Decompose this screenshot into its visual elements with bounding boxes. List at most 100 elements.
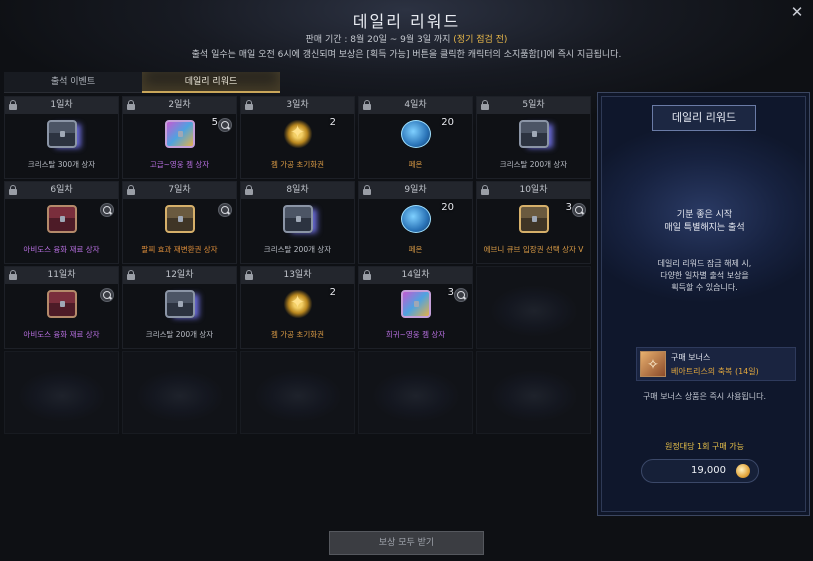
chest-icon (47, 290, 77, 318)
attendance-description: 출석 일수는 매일 오전 6시에 갱신되며 보상은 [획득 가능] 버튼을 클릭… (191, 50, 622, 60)
lock-icon (9, 100, 17, 110)
maintenance-note: (정기 점검 전) (453, 35, 508, 45)
day-label: 13일차 (241, 267, 354, 284)
empty-slot (476, 351, 591, 434)
item-name: 에브니 큐브 입장권 선택 상자 V (483, 245, 584, 254)
magnifier-icon[interactable] (454, 288, 468, 302)
day-reward-card[interactable]: 10일차 3 에브니 큐브 입장권 선택 상자 V (476, 181, 591, 264)
item-count: 2 (329, 117, 336, 128)
reward-grid: 1일차크리스탈 300개 상자2일차5고급~영웅 젬 상자3일차2젬 가공 초기… (4, 96, 594, 434)
magnifier-icon[interactable] (218, 118, 232, 132)
day-label: 4일차 (359, 97, 472, 114)
day-reward-card[interactable]: 1일차크리스탈 300개 상자 (4, 96, 119, 179)
lock-icon (245, 270, 253, 280)
magnifier-icon[interactable] (100, 288, 114, 302)
gold-star-icon (283, 120, 313, 148)
item-name: 아비도스 융화 재료 상자 (23, 245, 100, 254)
day-label: 10일차 (477, 182, 590, 199)
chest-icon (165, 120, 195, 148)
day-reward-card[interactable]: 8일차크리스탈 200개 상자 (240, 181, 355, 264)
chest-icon (165, 290, 195, 318)
chest-icon (165, 205, 195, 233)
item-name: 크리스탈 200개 상자 (263, 245, 332, 254)
day-label: 3일차 (241, 97, 354, 114)
purchase-panel: 데일리 리워드 기분 좋은 시작 매일 특별해지는 출석 데일리 리워드 잠금 … (597, 92, 810, 516)
tab-bar: 출석 이벤트 데일리 리워드 (4, 72, 280, 93)
day-label: 7일차 (123, 182, 236, 199)
lock-icon (481, 185, 489, 195)
empty-slot (122, 351, 237, 434)
panel-description: 데일리 리워드 잠금 해제 시, 다양한 일차별 출석 보상을 획득할 수 있습… (657, 259, 752, 292)
day-label: 5일차 (477, 97, 590, 114)
day-reward-card[interactable]: 7일차 팔찌 효과 재변환권 상자 (122, 181, 237, 264)
bonus-note: 구매 보너스 상품은 즉시 사용됩니다. (642, 392, 767, 401)
purchase-bonus[interactable]: ✧ 구매 보너스 베아트리스의 축복 (14일) (636, 347, 796, 381)
blessing-icon: ✧ (640, 351, 666, 377)
window-title: 데일리 리워드 (352, 12, 461, 31)
day-reward-card[interactable]: 9일차 20 페온 (358, 181, 473, 264)
day-label: 6일차 (5, 182, 118, 199)
lock-icon (481, 100, 489, 110)
panel-tagline: 기분 좋은 시작 매일 특별해지는 출석 (664, 210, 745, 233)
chest-icon (283, 205, 313, 233)
gem-icon (401, 120, 431, 148)
item-name: 페온 (408, 245, 423, 254)
tab-attendance-event[interactable]: 출석 이벤트 (4, 72, 142, 93)
empty-slot (358, 351, 473, 434)
empty-slot (240, 351, 355, 434)
magnifier-icon[interactable] (100, 203, 114, 217)
claim-all-button[interactable]: 보상 모두 받기 (329, 531, 484, 555)
day-reward-card[interactable]: 12일차 크리스탈 200개 상자 (122, 266, 237, 349)
lock-icon (363, 270, 371, 280)
magnifier-icon[interactable] (218, 203, 232, 217)
lock-icon (9, 270, 17, 280)
royal-crystal-icon (736, 464, 750, 478)
day-reward-card[interactable]: 14일차 3 희귀~영웅 젬 상자 (358, 266, 473, 349)
day-label: 14일차 (359, 267, 472, 284)
day-label: 1일차 (5, 97, 118, 114)
gem-icon (401, 205, 431, 233)
day-reward-card[interactable]: 5일차크리스탈 200개 상자 (476, 96, 591, 179)
day-reward-card[interactable]: 13일차 2 젬 가공 초기화권 (240, 266, 355, 349)
day-reward-card[interactable]: 4일차 20 페온 (358, 96, 473, 179)
tab-daily-reward[interactable]: 데일리 리워드 (142, 72, 280, 93)
day-reward-card[interactable]: 2일차 5 고급~영웅 젬 상자 (122, 96, 237, 179)
lock-icon (127, 270, 135, 280)
item-name: 젬 가공 초기화권 (270, 160, 325, 169)
lock-icon (127, 100, 135, 110)
day-label: 9일차 (359, 182, 472, 199)
item-count: 20 (441, 117, 454, 128)
item-name: 고급~영웅 젬 상자 (149, 160, 210, 169)
lock-icon (363, 185, 371, 195)
empty-slot (4, 351, 119, 434)
item-name: 크리스탈 200개 상자 (499, 160, 568, 169)
lock-icon (245, 185, 253, 195)
item-count: 3 (565, 202, 572, 213)
purchase-limit: 원정대당 1회 구매 가능 (665, 442, 744, 451)
chest-icon (519, 120, 549, 148)
close-icon[interactable]: ✕ (789, 4, 805, 20)
item-name: 아비도스 융화 재료 상자 (23, 330, 100, 339)
item-name: 젬 가공 초기화권 (270, 330, 325, 339)
price-value: 19,000 (691, 465, 726, 476)
panel-title: 데일리 리워드 (652, 105, 756, 131)
bonus-title: 구매 보너스 (671, 353, 711, 362)
day-label: 8일차 (241, 182, 354, 199)
magnifier-icon[interactable] (572, 203, 586, 217)
item-count: 20 (441, 202, 454, 213)
day-reward-card[interactable]: 11일차아비도스 융화 재료 상자 (4, 266, 119, 349)
item-name: 크리스탈 300개 상자 (27, 160, 96, 169)
item-count: 2 (329, 287, 336, 298)
lock-icon (363, 100, 371, 110)
day-reward-card[interactable]: 6일차아비도스 융화 재료 상자 (4, 181, 119, 264)
empty-slot (476, 266, 591, 349)
day-label: 2일차 (123, 97, 236, 114)
lock-icon (127, 185, 135, 195)
day-reward-card[interactable]: 3일차 2 젬 가공 초기화권 (240, 96, 355, 179)
chest-icon (401, 290, 431, 318)
day-label: 11일차 (5, 267, 118, 284)
sale-period: 판매 기간 : 8월 20일 ~ 9월 3일 까지 (정기 점검 전) (305, 35, 508, 45)
day-label: 12일차 (123, 267, 236, 284)
item-name: 페온 (408, 160, 423, 169)
purchase-price-button[interactable]: 19,000 (641, 459, 759, 483)
